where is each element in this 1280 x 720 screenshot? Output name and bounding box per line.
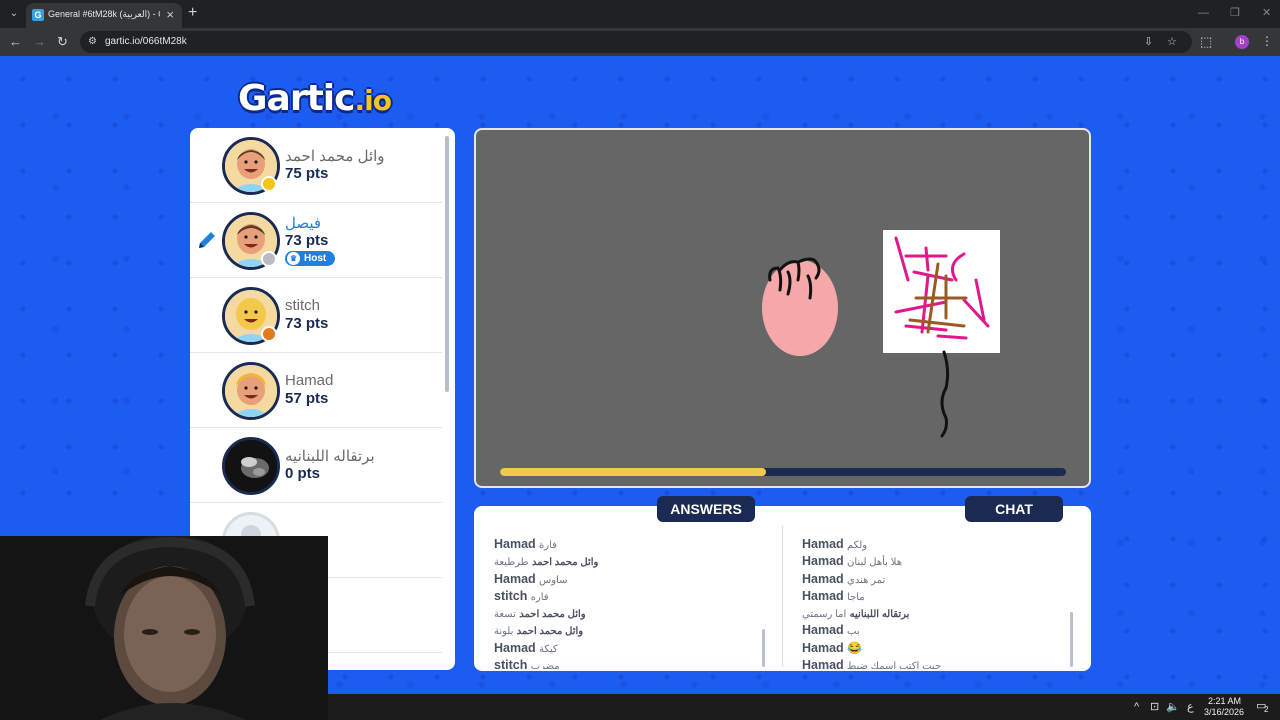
- black-tail-drawing: [940, 350, 950, 438]
- list-item: stitch مضرب: [494, 658, 560, 669]
- list-item: Hamad ماجا: [802, 589, 865, 603]
- panel-divider: [782, 526, 783, 666]
- player-list-scrollbar[interactable]: [445, 136, 449, 392]
- list-item: Hamad 😂: [802, 641, 862, 655]
- answers-list[interactable]: Hamad فارة وائل محمد احمد طرطيعة Hamad س…: [494, 514, 774, 669]
- status-dot: [261, 176, 277, 192]
- reload-icon[interactable]: ↻: [57, 34, 68, 50]
- notification-icon[interactable]: ▭ 2: [1256, 699, 1270, 714]
- new-tab-icon[interactable]: +: [188, 5, 197, 21]
- tab-chat[interactable]: CHAT: [965, 496, 1063, 522]
- player-row[interactable]: برتقاله اللبنانيه 0 pts: [190, 428, 442, 503]
- restore-icon[interactable]: ❐: [1230, 5, 1240, 21]
- list-item: stitch فاره: [494, 589, 549, 603]
- player-points: 0 pts: [285, 465, 321, 482]
- forward-icon[interactable]: →: [33, 34, 46, 50]
- list-item: Hamad بب: [802, 623, 860, 637]
- player-name: stitch: [285, 297, 321, 314]
- clock-date[interactable]: 3/16/2026: [1204, 707, 1244, 717]
- status-dot: [261, 251, 277, 267]
- list-item: برتقاله اللبنانيه اما رسمتي: [802, 609, 910, 620]
- list-item: Hamad هلا بأهل لبنان: [802, 554, 902, 568]
- tab-close-icon[interactable]: ×: [166, 7, 174, 23]
- webcam-feed: [0, 536, 328, 720]
- browser-tab-bar: ⌄ G General #6tM28k (العربية) - Gar × + …: [0, 0, 1280, 28]
- site-info-icon[interactable]: ⚙: [88, 36, 100, 48]
- input-language[interactable]: ع: [1187, 700, 1194, 714]
- player-row[interactable]: stitch 73 pts: [190, 278, 442, 353]
- list-item: Hamad ولكم: [802, 537, 868, 551]
- drawing: [762, 230, 1000, 438]
- player-name: برتقاله اللبنانيه: [285, 448, 375, 465]
- pencil-drawing-icon: [199, 232, 215, 248]
- player-points: 75 pts: [285, 165, 329, 182]
- avatar: [222, 437, 280, 495]
- tab-title: General #6tM28k (العربية) - Gar: [48, 9, 160, 19]
- avatar: [222, 362, 280, 420]
- clock-time[interactable]: 2:21 AM: [1208, 696, 1241, 706]
- chat-scrollbar[interactable]: [1070, 612, 1073, 667]
- player-points: 73 pts: [285, 232, 329, 249]
- player-row[interactable]: وائل محمد احمد 75 pts: [190, 128, 442, 203]
- bookmark-star-icon[interactable]: ☆: [1167, 35, 1177, 49]
- minimize-icon[interactable]: —: [1198, 5, 1209, 21]
- webcam-overlay: [0, 536, 328, 720]
- gartic-logo[interactable]: Gartic.io: [238, 78, 392, 119]
- list-item: Hamad جيت اكتب اسمك ضبط: [802, 658, 942, 669]
- player-row[interactable]: Hamad 57 pts: [190, 353, 442, 428]
- status-dot: [261, 326, 277, 342]
- tab-search-icon[interactable]: ⌄: [6, 6, 22, 22]
- player-name: Hamad: [285, 372, 334, 389]
- close-window-icon[interactable]: ✕: [1262, 5, 1271, 21]
- install-app-icon[interactable]: ⇩: [1144, 35, 1153, 49]
- url-text: gartic.io/066tM28k: [105, 36, 187, 47]
- player-name: وائل محمد احمد: [285, 148, 385, 165]
- player-name: فيصل: [285, 215, 322, 232]
- chat-list[interactable]: Hamad ولكم Hamad هلا بأهل لبنان Hamad تم…: [802, 514, 1082, 669]
- custom-photo-avatar: [225, 440, 277, 492]
- round-timer-fill: [500, 468, 767, 476]
- host-badge: ♛ Host: [285, 251, 335, 266]
- round-timer-bar: [500, 468, 1066, 476]
- crown-icon: ♛: [287, 252, 300, 265]
- volume-icon[interactable]: 🔈: [1166, 700, 1180, 714]
- list-item: وائل محمد احمد تسعة: [494, 609, 586, 620]
- profile-avatar[interactable]: b: [1235, 35, 1249, 49]
- white-square-drawing: [883, 230, 1000, 353]
- tab-answers[interactable]: ANSWERS: [657, 496, 755, 522]
- player-points: 73 pts: [285, 315, 329, 332]
- drawing-canvas[interactable]: [474, 128, 1091, 488]
- list-item: Hamad ساوس: [494, 572, 568, 586]
- list-item: وائل محمد احمد بلونة: [494, 626, 584, 637]
- list-item: Hamad كيكة: [494, 641, 558, 655]
- list-item: Hamad تمر هندي: [802, 572, 886, 586]
- answers-scrollbar[interactable]: [762, 629, 765, 667]
- windows-taskbar: ^ ⊡ 🔈 ع 2:21 AM 3/16/2026 ▭ 2: [328, 694, 1280, 720]
- browser-menu-icon[interactable]: ⋮: [1261, 33, 1273, 49]
- browser-tab[interactable]: G General #6tM28k (العربية) - Gar ×: [26, 3, 182, 28]
- browser-toolbar: ← → ↻ ⚙ gartic.io/066tM28k ⇩ ☆ ⬚ b ⋮: [0, 28, 1280, 56]
- back-icon[interactable]: ←: [9, 34, 22, 50]
- list-item: Hamad فارة: [494, 537, 557, 551]
- list-item: وائل محمد احمد طرطيعة: [494, 557, 599, 568]
- address-bar[interactable]: ⚙ gartic.io/066tM28k ⇩ ☆: [80, 31, 1192, 53]
- tray-chevron-icon[interactable]: ^: [1134, 700, 1139, 714]
- player-points: 57 pts: [285, 390, 329, 407]
- player-face-icon: [225, 365, 277, 417]
- answers-chat-panel: Hamad فارة وائل محمد احمد طرطيعة Hamad س…: [474, 496, 1091, 671]
- extensions-icon[interactable]: ⬚: [1200, 34, 1212, 50]
- gartic-favicon-icon: G: [32, 9, 44, 21]
- network-icon[interactable]: ⊡: [1150, 700, 1159, 714]
- player-row[interactable]: فيصل 73 pts ♛ Host: [190, 203, 442, 278]
